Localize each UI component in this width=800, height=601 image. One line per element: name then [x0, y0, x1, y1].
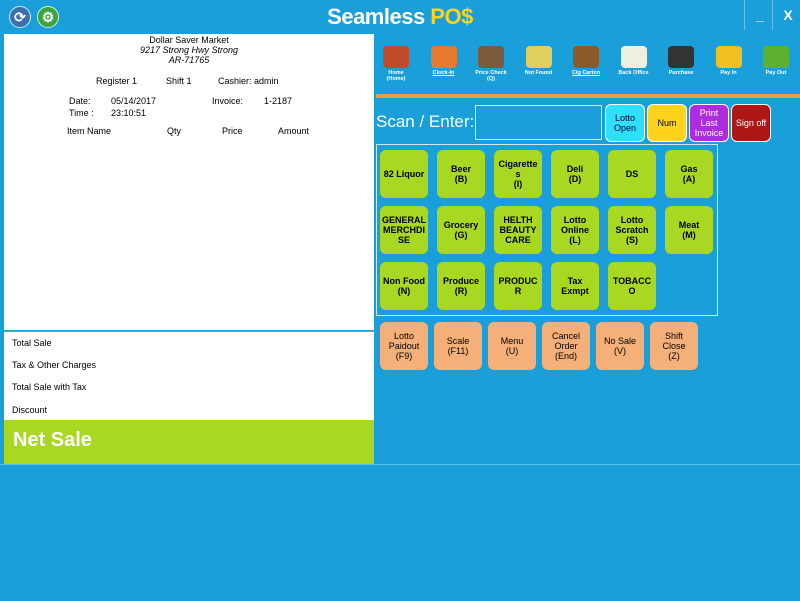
department-button[interactable]: Lotto Scratch (S)	[608, 206, 656, 254]
invoice-label: Invoice:	[212, 96, 244, 106]
app-title-accent: PO$	[430, 4, 473, 29]
department-button[interactable]: GENERAL MERCHDI SE	[380, 206, 428, 254]
person-icon	[430, 46, 457, 68]
function-button[interactable]: No Sale (V)	[596, 322, 644, 370]
scan-input[interactable]	[475, 105, 602, 140]
carton-icon	[573, 46, 599, 68]
sign-off-button[interactable]: Sign off	[731, 104, 771, 142]
num-button[interactable]: Num	[647, 104, 687, 142]
department-button[interactable]: Cigarette s (I)	[494, 150, 542, 198]
toolbar-item-7[interactable]: Pay In	[705, 46, 753, 76]
department-button[interactable]: HELTH BEAUTY CARE	[494, 206, 542, 254]
department-button[interactable]: Lotto Online (L)	[551, 206, 599, 254]
toolbar-item-3[interactable]: Not Found	[515, 46, 563, 76]
toolbar-item-label: Clock-In	[432, 70, 455, 76]
pen-money-icon	[763, 46, 789, 68]
column-price: Price	[222, 126, 243, 136]
function-button[interactable]: Scale (F11)	[434, 322, 482, 370]
app-title: Seamless PO$	[0, 4, 800, 30]
net-sale-bar: Net Sale	[4, 420, 374, 464]
department-button[interactable]: 82 Liquor	[380, 150, 428, 198]
toolbar-item-label: Price Check (Q)	[475, 70, 507, 82]
department-button[interactable]: Gas (A)	[665, 150, 713, 198]
trash-icon	[525, 46, 552, 68]
toolbar-item-label: Pay Out	[765, 70, 787, 76]
money-icon	[715, 46, 742, 68]
toolbar-item-0[interactable]: Home (Home)	[372, 46, 420, 82]
department-button[interactable]: DS	[608, 150, 656, 198]
toolbar-item-4[interactable]: Cig Carton	[562, 46, 610, 76]
toolbar-item-label: Not Found	[524, 70, 553, 76]
total-with-tax-label: Total Sale with Tax	[12, 382, 87, 392]
bottom-area	[0, 464, 800, 601]
tax-label: Tax & Other Charges	[12, 360, 97, 370]
toolbar-item-label: Purchase	[668, 70, 694, 76]
hourglass-icon	[478, 46, 504, 68]
businessman-icon	[668, 46, 694, 68]
time-value: 23:10:51	[111, 108, 147, 118]
totals-panel: Total Sale Tax & Other Charges Total Sal…	[4, 331, 374, 421]
toolbar-item-8[interactable]: Pay Out	[752, 46, 800, 76]
toolbar-item-label: Home (Home)	[386, 70, 406, 82]
function-button[interactable]: Shift Close (Z)	[650, 322, 698, 370]
toolbar-item-1[interactable]: Clock-In	[420, 46, 468, 76]
close-button[interactable]: X	[772, 0, 800, 30]
register-label: Register 1	[96, 76, 138, 86]
department-button[interactable]: Grocery (G)	[437, 206, 485, 254]
function-button[interactable]: Cancel Order (End)	[542, 322, 590, 370]
scan-label: Scan / Enter:	[376, 112, 475, 131]
department-button[interactable]: Tax Exmpt	[551, 262, 599, 310]
home-icon	[383, 46, 409, 68]
lotto-open-button[interactable]: Lotto Open	[605, 104, 645, 142]
department-button[interactable]: Deli (D)	[551, 150, 599, 198]
net-sale-label: Net Sale	[13, 429, 92, 451]
column-qty: Qty	[167, 126, 182, 136]
store-address: 9217 Strong Hwy Strong	[139, 45, 239, 55]
department-button[interactable]: Meat (M)	[665, 206, 713, 254]
notepad-icon	[620, 46, 647, 68]
store-name: Dollar Saver Market	[149, 35, 229, 45]
department-button[interactable]: Non Food (N)	[380, 262, 428, 310]
toolbar-item-2[interactable]: Price Check (Q)	[467, 46, 515, 82]
column-amount: Amount	[278, 126, 310, 136]
invoice-value: 1-2187	[264, 96, 293, 106]
column-item-name: Item Name	[67, 126, 112, 136]
toolbar-item-6[interactable]: Purchase	[657, 46, 705, 76]
time-label: Time :	[69, 108, 94, 118]
minimize-button[interactable]: _	[744, 0, 775, 30]
shift-label: Shift 1	[166, 76, 192, 86]
department-button[interactable]: Beer (B)	[437, 150, 485, 198]
app-title-main: Seamless	[327, 4, 431, 29]
toolbar-item-label: Pay In	[720, 70, 737, 76]
print-last-invoice-button[interactable]: Print Last Invoice	[689, 104, 729, 142]
function-button[interactable]: Menu (U)	[488, 322, 536, 370]
toolbar-item-5[interactable]: Back Office	[610, 46, 658, 76]
department-button[interactable]: Produce (R)	[437, 262, 485, 310]
department-button[interactable]: TOBACC O	[608, 262, 656, 310]
discount-label: Discount	[12, 405, 48, 415]
date-value: 05/14/2017	[111, 96, 157, 106]
total-sale-label: Total Sale	[12, 338, 52, 348]
toolbar-item-label: Cig Carton	[571, 70, 601, 76]
department-button[interactable]: PRODUC R	[494, 262, 542, 310]
toolbar-divider	[376, 94, 800, 98]
cashier-label: Cashier: admin	[218, 76, 279, 86]
toolbar-item-label: Back Office	[618, 70, 649, 76]
date-label: Date:	[69, 96, 91, 106]
receipt-panel: Dollar Saver Market 9217 Strong Hwy Stro…	[4, 34, 374, 330]
function-button[interactable]: Lotto Paidout (F9)	[380, 322, 428, 370]
store-zip: AR-71765	[168, 55, 210, 65]
